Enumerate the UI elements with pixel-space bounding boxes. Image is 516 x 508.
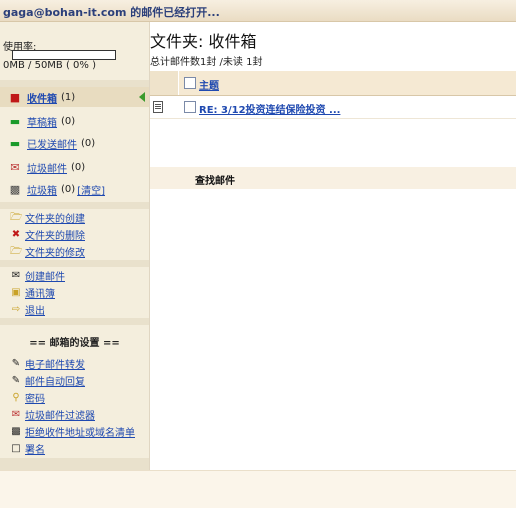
window-title: gaga@bohan-it.com 的邮件已经打开... <box>3 6 220 19</box>
sidebar-item-label[interactable]: 垃圾邮件 <box>27 164 67 175</box>
message-table-header: 主题 <box>150 71 516 96</box>
folder-create-link[interactable]: 🗁 文件夹的创建 <box>10 210 85 225</box>
folder-action-label[interactable]: 文件夹的删除 <box>25 231 85 242</box>
settings-label[interactable]: 署名 <box>25 445 45 456</box>
sidebar: 使用率: 0MB / 50MB ( 0% ) ■ 收件箱 (1) ▬ 草稿箱 (0) ▬… <box>0 22 150 470</box>
trash-icon: ▩ <box>9 182 21 196</box>
settings-title: == 邮箱的设置 == <box>29 338 120 349</box>
sidebar-item-inbox[interactable]: ■ 收件箱 (1) <box>8 90 75 106</box>
settings-label[interactable]: 拒绝收件地址或域名清单 <box>25 428 135 439</box>
divider <box>0 202 149 209</box>
address-book-link[interactable]: ▣ 通讯簿 <box>10 285 55 300</box>
sidebar-item-sent[interactable]: ▬ 已发送邮件 (0) <box>8 136 95 152</box>
find-mail-bar: 查找邮件 <box>150 167 516 189</box>
sidebar-item-label[interactable]: 收件箱 <box>27 94 57 105</box>
settings-password-link[interactable]: ⚲ 密码 <box>10 390 45 405</box>
blocklist-icon: ▩ <box>11 426 21 437</box>
compose-link[interactable]: ✉ 创建邮件 <box>10 268 65 283</box>
mail-stats: 总计邮件数1封 /未读 1封 <box>150 57 263 68</box>
bottom-area <box>0 470 516 508</box>
folder-delete-link[interactable]: ✖ 文件夹的删除 <box>10 227 85 242</box>
select-all-checkbox[interactable] <box>184 77 196 89</box>
spam-filter-icon: ✉ <box>11 409 21 420</box>
selected-arrow-icon <box>139 92 145 102</box>
folder-edit-link[interactable]: 🗁 文件夹的修改 <box>10 244 85 259</box>
page-title: 文件夹: 收件箱 <box>150 32 257 51</box>
action-label[interactable]: 退出 <box>25 306 45 317</box>
logout-icon: ⇨ <box>11 304 21 315</box>
folder-action-label[interactable]: 文件夹的修改 <box>25 248 85 259</box>
settings-signature-link[interactable]: □ 署名 <box>10 441 45 456</box>
action-label[interactable]: 通讯簿 <box>25 289 55 300</box>
divider <box>0 80 149 87</box>
table-row[interactable]: RE: 3/12投资连结保险投资 ... <box>150 96 516 119</box>
settings-forward-link[interactable]: ✎ 电子邮件转发 <box>10 356 85 371</box>
sidebar-item-spam[interactable]: ✉ 垃圾邮件 (0) <box>8 160 85 176</box>
subject-column-header[interactable]: 主题 <box>199 77 219 92</box>
spam-icon: ✉ <box>10 160 20 174</box>
message-icon <box>153 101 163 113</box>
settings-label[interactable]: 电子邮件转发 <box>25 360 85 371</box>
address-book-icon: ▣ <box>11 287 21 298</box>
auto-reply-icon: ✎ <box>11 375 21 386</box>
folder-delete-icon: ✖ <box>11 229 21 240</box>
usage-bar <box>12 50 116 60</box>
settings-label[interactable]: 邮件自动回复 <box>25 377 85 388</box>
row-checkbox[interactable] <box>184 101 196 113</box>
divider <box>0 458 149 470</box>
mailbox-count: (0) <box>61 116 76 127</box>
sidebar-item-label[interactable]: 已发送邮件 <box>27 140 77 151</box>
mailbox-count: (0) <box>81 138 96 149</box>
logout-link[interactable]: ⇨ 退出 <box>10 302 45 317</box>
sidebar-item-drafts[interactable]: ▬ 草稿箱 (0) <box>8 114 75 130</box>
folder-add-icon: 🗁 <box>10 212 23 223</box>
empty-trash-link[interactable]: [清空] <box>77 186 105 197</box>
action-label[interactable]: 创建邮件 <box>25 272 65 283</box>
title-bar: gaga@bohan-it.com 的邮件已经打开... <box>0 0 516 22</box>
find-mail-label[interactable]: 查找邮件 <box>195 172 235 187</box>
settings-blocklist-link[interactable]: ▩ 拒绝收件地址或域名清单 <box>10 424 135 439</box>
compose-icon: ✉ <box>11 270 21 281</box>
divider <box>0 318 149 325</box>
unread-count: (1) <box>61 92 76 103</box>
mailbox-count: (0) <box>71 162 86 173</box>
usage-value: 0MB / 50MB ( 0% ) <box>3 60 96 71</box>
mailbox-count: (0) <box>61 184 76 195</box>
drafts-icon: ▬ <box>9 114 21 128</box>
sent-icon: ▬ <box>9 136 21 150</box>
sidebar-item-label[interactable]: 草稿箱 <box>27 118 57 129</box>
settings-label[interactable]: 垃圾邮件过滤器 <box>25 411 95 422</box>
key-icon: ⚲ <box>12 392 20 403</box>
forward-icon: ✎ <box>11 358 21 369</box>
message-subject-link[interactable]: RE: 3/12投资连结保险投资 ... <box>199 101 340 116</box>
settings-auto-reply-link[interactable]: ✎ 邮件自动回复 <box>10 373 85 388</box>
folder-edit-icon: 🗁 <box>10 246 23 257</box>
settings-spam-filter-link[interactable]: ✉ 垃圾邮件过滤器 <box>10 407 95 422</box>
main-panel: 文件夹: 收件箱 总计邮件数1封 /未读 1封 主题 RE: 3/12投资连结保… <box>150 22 516 470</box>
sidebar-item-label[interactable]: 垃圾箱 <box>27 186 57 197</box>
sidebar-item-trash[interactable]: ▩ 垃圾箱 (0) [清空] <box>8 182 105 198</box>
inbox-icon: ■ <box>9 90 21 104</box>
settings-label[interactable]: 密码 <box>25 394 45 405</box>
signature-icon: □ <box>11 443 21 454</box>
divider <box>0 260 149 267</box>
header-icon-column <box>150 71 179 95</box>
folder-action-label[interactable]: 文件夹的创建 <box>25 214 85 225</box>
